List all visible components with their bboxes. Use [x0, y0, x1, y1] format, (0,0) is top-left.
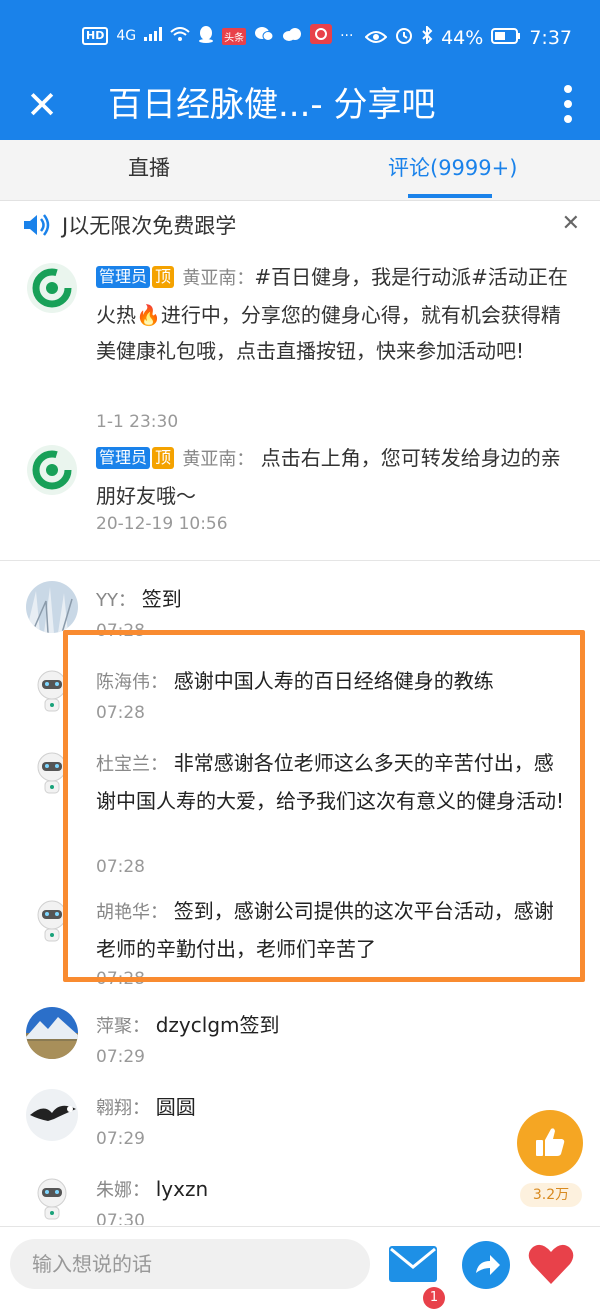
app-red-icon [310, 24, 333, 48]
comment-body: 朱娜： lyxzn [96, 1177, 209, 1201]
tab-live[interactable]: 直播 [128, 152, 170, 182]
avatar[interactable] [26, 581, 78, 633]
comment-author: 萍聚 [96, 1016, 132, 1037]
share-button[interactable] [462, 1241, 510, 1289]
robot-avatar-icon[interactable] [26, 893, 78, 945]
like-count: 3.2万 [520, 1183, 582, 1207]
eye-icon [364, 27, 388, 49]
comment-author: 胡艳华 [96, 902, 150, 923]
avatar[interactable] [26, 1007, 78, 1059]
close-icon[interactable]: ✕ [22, 81, 62, 129]
tab-bar: 直播 评论(9999+) [0, 140, 600, 201]
pinned-message-body: 管理员顶 黄亚南： 点击右上角，您可转发给身边的亲朋好友哦～ [96, 446, 561, 508]
status-bar: HD 4G 头条 ··· 44% 7:37 [0, 0, 600, 75]
more-notifications: ··· [340, 28, 354, 44]
comment-time: 07:28 [96, 857, 145, 877]
comment-body: 杜宝兰： 非常感谢各位老师这么多天的辛苦付出，感谢中国人寿的大爱，给予我们这次有… [96, 751, 565, 813]
admin-badge: 管理员 [96, 266, 151, 288]
comment-text: 感谢中国人寿的百日经络健身的教练 [173, 669, 494, 693]
comment-body: 翱翔： 圆圆 [96, 1095, 196, 1119]
wechat-icon [254, 26, 274, 46]
comment-author: 翱翔 [96, 1098, 132, 1119]
heart-icon[interactable] [527, 1242, 575, 1290]
pin-badge: 顶 [152, 266, 175, 288]
comment-input[interactable]: 输入想说的话 [10, 1239, 370, 1289]
signal-icon [144, 27, 163, 45]
comment-body: 胡艳华： 签到，感谢公司提供的这次平台活动，感谢老师的辛勤付出，老师们辛苦了 [96, 899, 554, 961]
comment-time: 07:30 [96, 1211, 145, 1225]
toutiao-icon: 头条 [222, 27, 247, 45]
comment-author: YY [96, 590, 118, 611]
comment-time: 07:29 [96, 1129, 145, 1149]
notice-banner: J以无限次免费跟学 ✕ [0, 201, 600, 247]
avatar[interactable] [26, 1089, 78, 1141]
tab-comments[interactable]: 评论(9999+) [388, 152, 517, 182]
more-menu-icon[interactable] [562, 85, 574, 123]
comment-time: 07:29 [96, 1047, 145, 1067]
hd-indicator: HD [82, 27, 109, 45]
comment-author: 朱娜 [96, 1180, 132, 1201]
battery-percent: 44% [441, 26, 484, 49]
alarm-icon [395, 26, 413, 49]
message-time: 1-1 23:30 [96, 412, 179, 432]
comment-author: 杜宝兰 [96, 754, 150, 775]
status-bar-right: 44% 7:37 [364, 24, 572, 49]
like-button[interactable] [517, 1110, 583, 1176]
comment-time: 07:28 [96, 703, 145, 723]
pin-badge: 顶 [152, 447, 175, 469]
robot-avatar-icon[interactable] [26, 663, 78, 715]
comment-text: 圆圆 [155, 1095, 196, 1119]
bottom-bar: 输入想说的话 1 [0, 1226, 600, 1309]
message-time: 20-12-19 10:56 [96, 514, 228, 534]
notice-text: J以无限次免费跟学 [62, 214, 237, 238]
comment-body: 萍聚： dzyclgm签到 [96, 1013, 280, 1037]
battery-icon [491, 27, 521, 49]
bluetooth-icon [421, 24, 433, 49]
author-name: 黄亚南 [182, 268, 237, 289]
china-life-logo-icon [26, 444, 78, 496]
comment-time: 07:28 [96, 969, 145, 989]
china-life-logo-icon [26, 262, 78, 314]
qq-icon [198, 25, 214, 47]
author-name: 黄亚南 [182, 449, 237, 470]
comment-body: YY： 签到 [96, 587, 182, 611]
mail-badge: 1 [423, 1287, 445, 1309]
pinned-messages: 管理员顶 黄亚南：#百日健身，我是行动派#活动正在火热🔥进行中，分享您的健身心得… [0, 248, 600, 561]
comment-text: dzyclgm签到 [155, 1013, 280, 1037]
notice-close-icon[interactable]: ✕ [562, 211, 580, 236]
active-tab-indicator [408, 194, 492, 198]
comment-feed[interactable]: YY： 签到 07:28 陈海伟： 感谢中国人寿的百日经络健身的教练 07:28… [0, 561, 600, 1225]
cloud-icon [282, 27, 302, 45]
share-icon [476, 1255, 500, 1275]
mail-icon[interactable] [388, 1245, 438, 1287]
network-label: 4G [116, 28, 137, 44]
title-bar: ✕ 百日经脉健...- 分享吧 [0, 75, 600, 140]
robot-avatar-icon[interactable] [26, 1171, 78, 1223]
wifi-icon [170, 27, 190, 45]
pinned-message-body: 管理员顶 黄亚南：#百日健身，我是行动派#活动正在火热🔥进行中，分享您的健身心得… [96, 265, 568, 363]
thumbs-up-icon [536, 1128, 565, 1156]
page-title: 百日经脉健...- 分享吧 [108, 85, 436, 125]
comment-body: 陈海伟： 感谢中国人寿的百日经络健身的教练 [96, 669, 494, 693]
comment-time: 07:28 [96, 621, 145, 641]
robot-avatar-icon[interactable] [26, 745, 78, 797]
status-bar-left: HD 4G 头条 ··· [82, 24, 353, 48]
admin-badge: 管理员 [96, 447, 151, 469]
comment-author: 陈海伟 [96, 672, 150, 693]
comment-text: lyxzn [155, 1177, 209, 1201]
clock: 7:37 [529, 26, 572, 49]
comment-text: 签到 [141, 587, 182, 611]
speaker-icon [22, 213, 52, 241]
